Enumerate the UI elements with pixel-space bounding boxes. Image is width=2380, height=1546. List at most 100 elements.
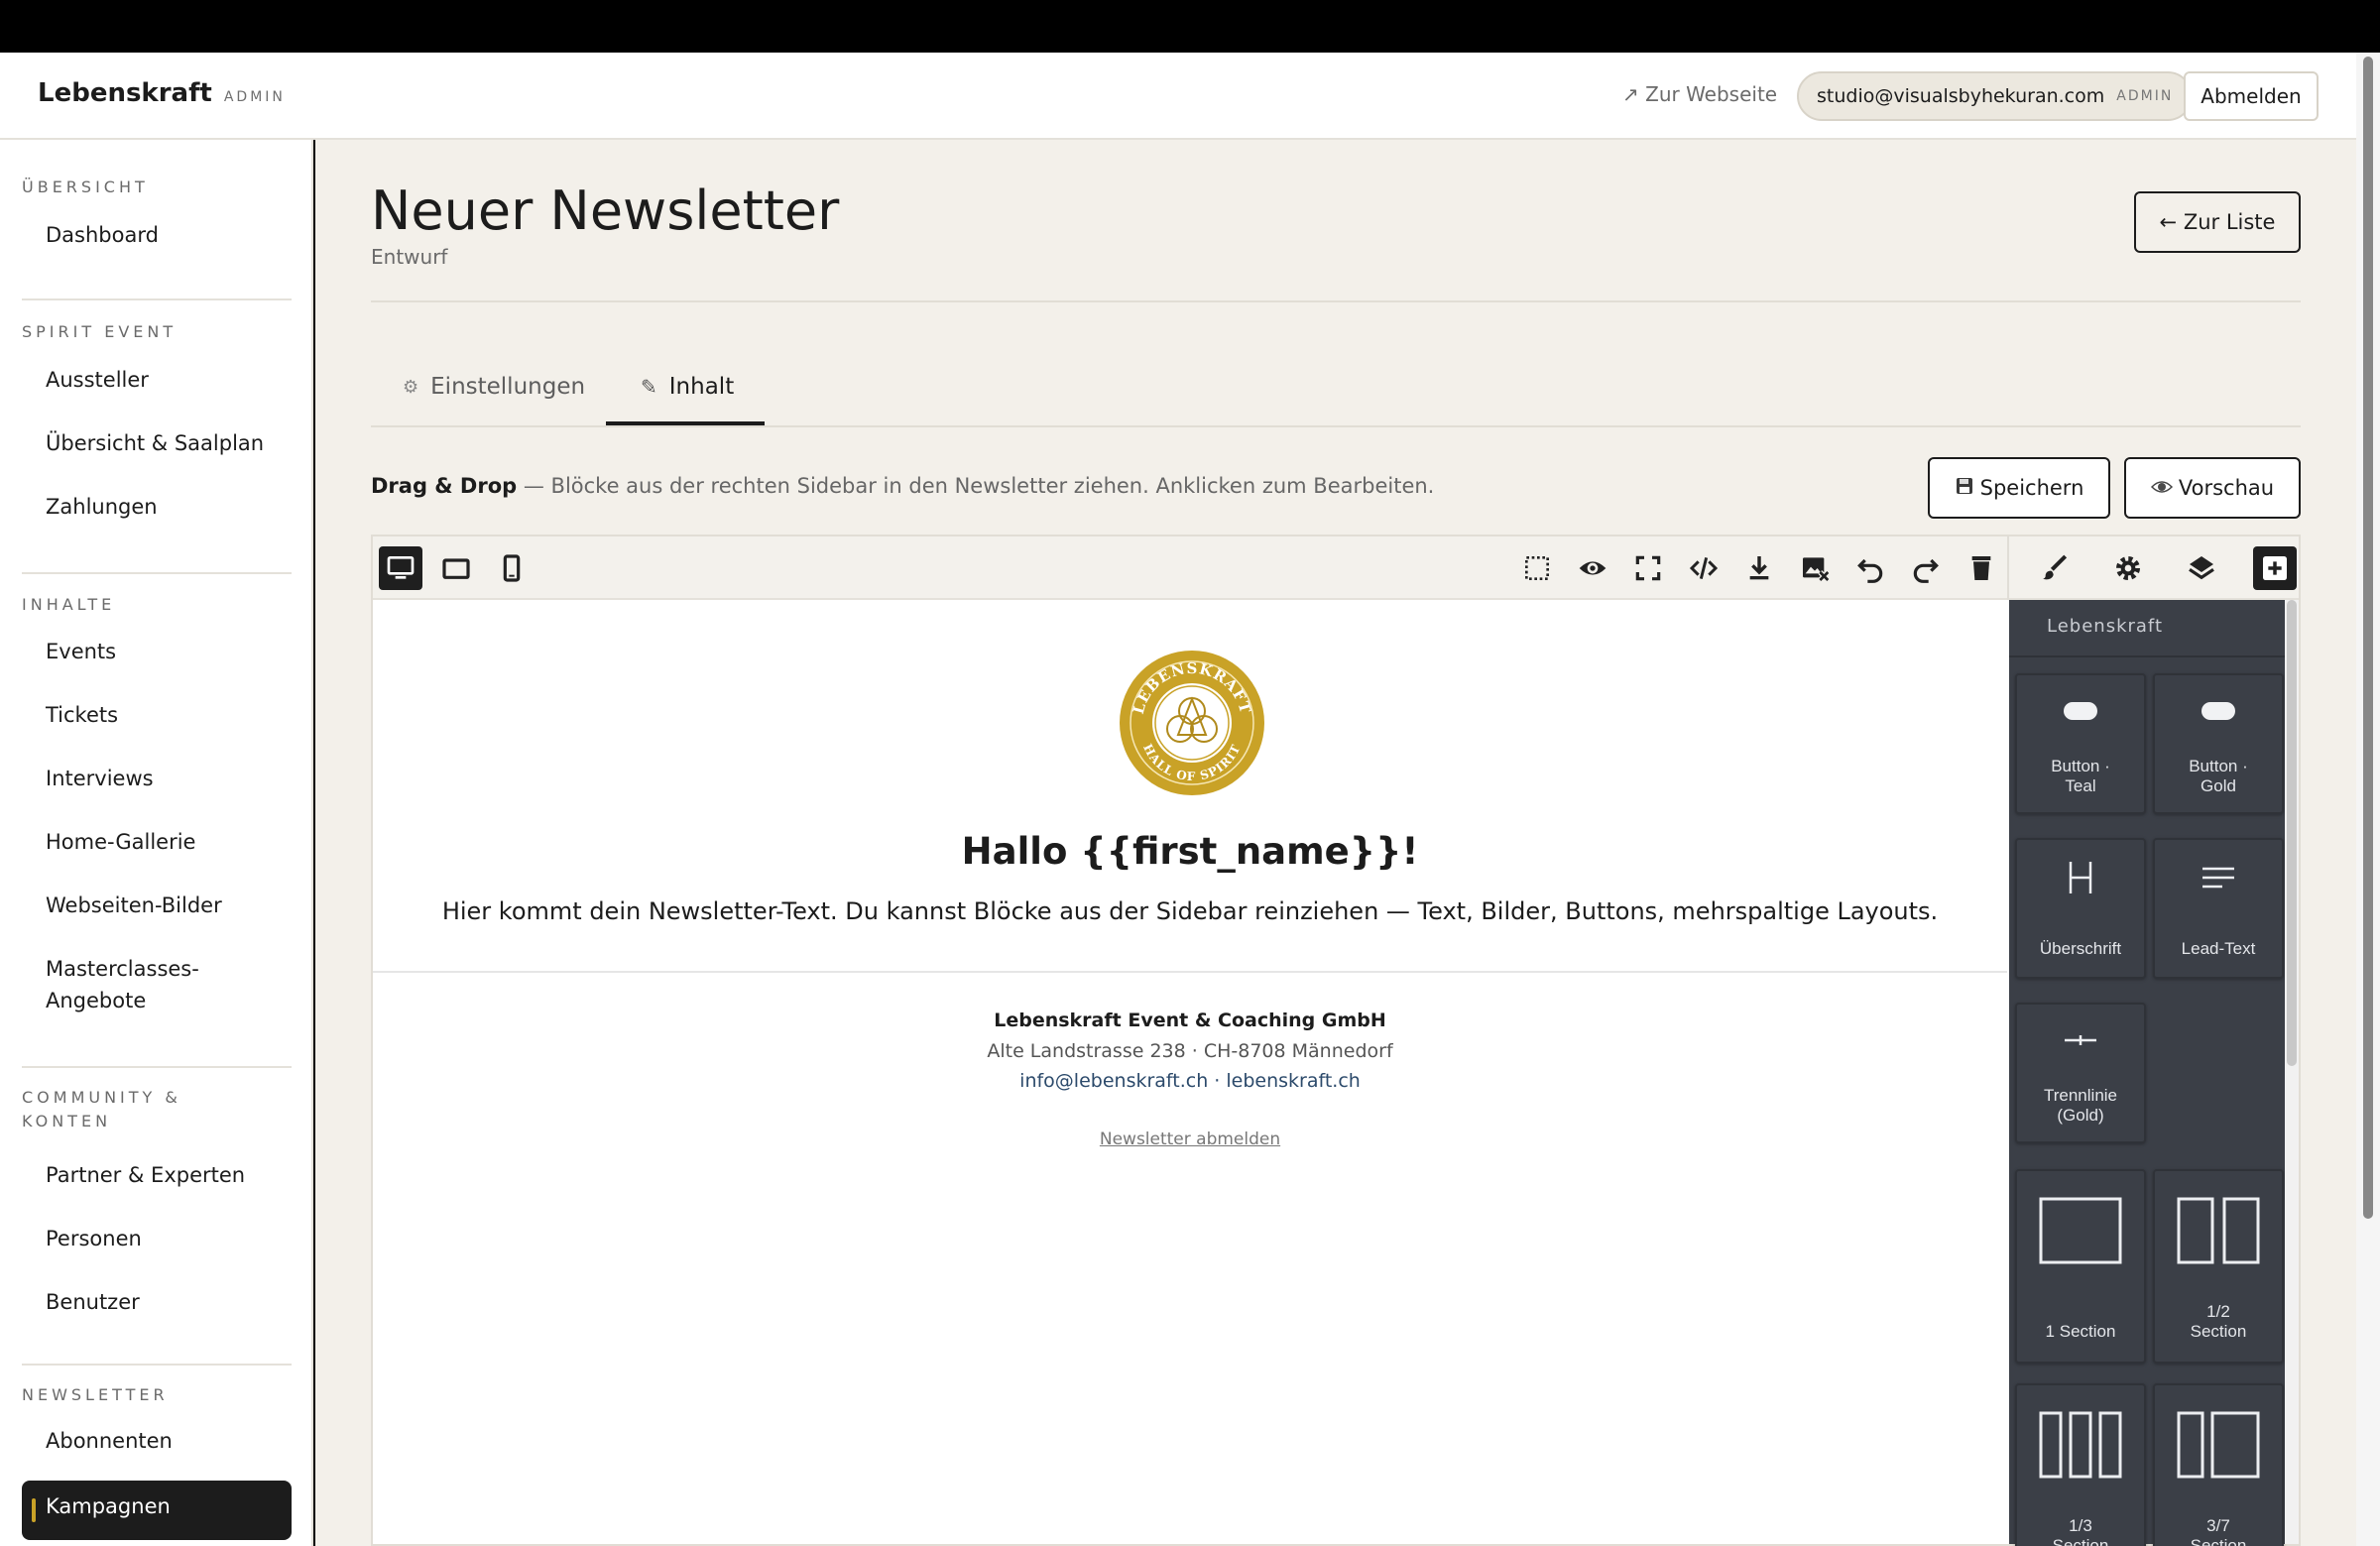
block-1-section[interactable]: 1 Section [2015,1169,2146,1364]
layers-icon[interactable] [2180,546,2223,590]
footer-company[interactable]: Lebenskraft Event & Coaching GmbH [373,1010,2007,1031]
sidebar-item-personen[interactable]: Personen [46,1223,142,1254]
block-1-2-section[interactable]: 1/2 Section [2153,1169,2284,1364]
sidebar-item-tickets[interactable]: Tickets [46,699,118,731]
block-button-teal[interactable]: Button · Teal [2015,673,2146,814]
desktop-view-icon[interactable] [379,546,422,590]
unsubscribe-link[interactable]: Newsletter abmelden [373,1130,2007,1149]
sidebar-heading-spirit-event: SPIRIT EVENT [22,322,178,341]
editor-toolbar [373,536,2299,600]
undo-icon[interactable] [1848,546,1892,590]
active-indicator [32,1498,36,1522]
sidebar-heading-konten: KONTEN [22,1112,112,1130]
divider-line-icon [2017,1032,2144,1048]
download-icon[interactable] [1737,546,1781,590]
sidebar-item-events[interactable]: Events [46,636,116,667]
block-ueberschrift[interactable]: Überschrift [2015,838,2146,979]
tabs-divider [371,425,2301,427]
preview-eye-icon[interactable] [1571,546,1614,590]
sidebar-item-kampagnen[interactable]: Kampagnen [22,1481,292,1540]
sidebar-item-zahlungen[interactable]: Zahlungen [46,491,158,523]
sidebar-item-webseiten-bilder[interactable]: Webseiten-Bilder [46,890,222,921]
sidebar-item-abonnenten[interactable]: Abonnenten [46,1425,173,1457]
body-text[interactable]: Hier kommt dein Newsletter-Text. Du kann… [373,897,2007,925]
settings-gear-icon[interactable] [2106,546,2150,590]
view-website-link[interactable]: ↗ Zur Webseite [1622,82,1777,106]
preview-button[interactable]: Vorschau [2124,457,2301,519]
sidebar-divider [22,1364,292,1366]
block-label: Gold [2201,776,2236,795]
three-column-icon [2017,1411,2144,1479]
mobile-view-icon[interactable] [490,546,534,590]
sidebar-heading-community: COMMUNITY & [22,1088,181,1107]
sidebar-item-label: Angebote [46,989,147,1012]
redo-icon[interactable] [1904,546,1948,590]
logout-button[interactable]: Abmelden [2184,71,2319,121]
block-category-title[interactable]: Lebenskraft [2047,616,2163,637]
block-label: Section [2190,1536,2247,1546]
sidebar-item-dashboard[interactable]: Dashboard [46,219,159,251]
footer-address[interactable]: Alte Landstrasse 238 · CH-8708 Männedorf [373,1040,2007,1062]
scrollbar-thumb[interactable] [2363,57,2373,1219]
sidebar-item-aussteller[interactable]: Aussteller [46,364,149,396]
style-manager-brush-icon[interactable] [2033,546,2077,590]
sidebar-heading-overview: ÜBERSICHT [22,178,149,196]
sidebar-heading-newsletter: NEWSLETTER [22,1385,169,1404]
sidebar-item-benutzer[interactable]: Benutzer [46,1286,140,1318]
gear-icon: ⚙ [403,376,419,398]
trash-icon[interactable] [1960,546,2003,590]
block-label: Button · [2189,757,2248,775]
save-label: Speichern [1979,476,2084,500]
blocks-panel-scrollbar[interactable] [2285,600,2299,1544]
sidebar: ÜBERSICHT Dashboard SPIRIT EVENT Ausstel… [0,140,313,1546]
sidebar-item-saalplan[interactable]: Übersicht & Saalplan [46,427,264,459]
block-label: Button · [2051,757,2110,775]
tab-inhalt[interactable]: ✎ Inhalt [641,374,734,400]
block-label: 1 Section [2045,1322,2116,1341]
blocks-add-icon[interactable] [2253,546,2297,590]
block-label: 1/3 [2069,1516,2092,1535]
section-divider [373,971,2007,973]
block-trennlinie-gold[interactable]: Trennlinie (Gold) [2015,1003,2146,1143]
sidebar-item-label: Kampagnen [46,1494,171,1518]
sidebar-item-home-gallerie[interactable]: Home-Gallerie [46,826,195,858]
code-icon[interactable] [1682,546,1726,590]
outline-toggle-icon[interactable] [1515,546,1559,590]
sidebar-heading-inhalte: INHALTE [22,595,116,614]
divider [371,300,2301,302]
footer-links[interactable]: info@lebenskraft.ch · lebenskraft.ch [373,1070,2007,1092]
block-label: 3/7 [2206,1516,2230,1535]
button-block-icon [2017,701,2144,721]
block-1-3-section[interactable]: 1/3 Section [2015,1383,2146,1546]
drag-drop-hint: Drag & Drop — Blöcke aus der rechten Sid… [371,474,1434,498]
floppy-icon [1955,476,1974,501]
button-block-icon [2155,701,2282,721]
sidebar-item-interviews[interactable]: Interviews [46,763,154,794]
tab-label: Einstellungen [430,374,586,400]
status-label: Entwurf [371,245,448,269]
block-lead-text[interactable]: Lead-Text [2153,838,2284,979]
brand-tag: ADMIN [223,89,286,105]
image-remove-icon[interactable] [1793,546,1837,590]
category-divider [2009,655,2285,657]
block-label: (Gold) [2057,1106,2104,1125]
sidebar-divider [22,298,292,300]
user-badge: studio@visualsbyhekuran.com ADMIN [1797,71,2194,121]
sidebar-item-partner[interactable]: Partner & Experten [46,1159,245,1191]
tab-einstellungen[interactable]: ⚙ Einstellungen [403,374,585,400]
scrollbar-thumb[interactable] [2287,600,2297,1066]
block-label: Lead-Text [2181,939,2256,958]
window-scrollbar[interactable] [2356,53,2380,1546]
back-to-list-button[interactable]: ← Zur Liste [2134,191,2301,253]
newsletter-editor: LEBENSKRAFT HALL OF SPIRIT Hallo {{first… [371,535,2301,1546]
save-button[interactable]: Speichern [1928,457,2110,519]
email-canvas[interactable]: LEBENSKRAFT HALL OF SPIRIT Hallo {{first… [373,600,2007,1544]
greeting-heading[interactable]: Hallo {{first_name}}! [373,830,2007,873]
brand[interactable]: Lebenskraft ADMIN [38,78,286,108]
tablet-view-icon[interactable] [434,546,478,590]
block-3-7-section[interactable]: 3/7 Section [2153,1383,2284,1546]
blocks-panel: Lebenskraft Button · Teal Button · Gold … [2009,600,2285,1546]
eye-icon [2150,476,2173,500]
fullscreen-icon[interactable] [1626,546,1670,590]
block-button-gold[interactable]: Button · Gold [2153,673,2284,814]
